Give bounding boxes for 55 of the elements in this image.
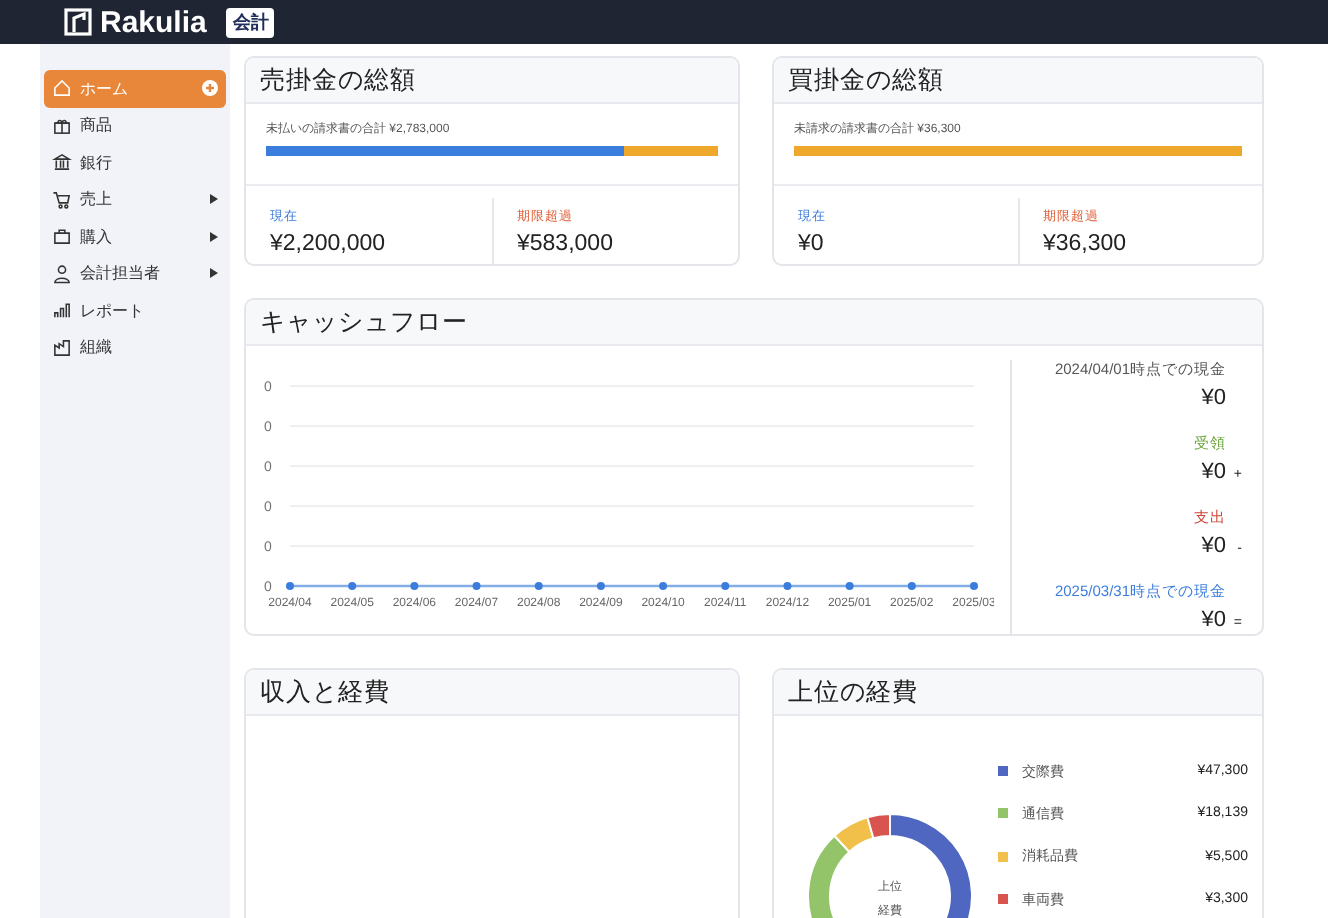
logo-icon bbox=[64, 8, 92, 36]
sidebar-label: 銀行 bbox=[80, 151, 114, 174]
cash-amount: ¥0 bbox=[1201, 386, 1226, 410]
bag-icon bbox=[52, 226, 72, 247]
data-point bbox=[596, 582, 605, 590]
sidebar-item[interactable]: 商品 bbox=[44, 107, 226, 144]
card-title: 収入と経費 bbox=[260, 675, 390, 709]
data-point bbox=[659, 582, 668, 590]
current-amount: ¥2,200,000 bbox=[270, 232, 388, 256]
person-icon bbox=[52, 263, 72, 284]
product-badge: 会計 bbox=[226, 7, 275, 37]
current-amount: ¥0 bbox=[798, 232, 826, 256]
cash-amount: ¥0 bbox=[1201, 534, 1226, 558]
caret-icon[interactable] bbox=[210, 231, 218, 242]
card-title: 買掛金の総額 bbox=[788, 63, 944, 97]
caret-icon[interactable] bbox=[210, 268, 218, 279]
sidebar-item[interactable]: 売上 bbox=[44, 181, 226, 218]
overdue-amount: ¥36,300 bbox=[1043, 232, 1129, 256]
cart-icon bbox=[52, 189, 72, 210]
sidebar-item[interactable]: 組織 bbox=[44, 329, 226, 366]
data-point bbox=[721, 582, 730, 590]
sidebar-label: 会計担当者 bbox=[80, 262, 162, 285]
sidebar-item[interactable]: レポート bbox=[44, 292, 226, 329]
data-point bbox=[907, 582, 916, 590]
cash-amount: ¥0 bbox=[1201, 608, 1226, 632]
sidebar-item[interactable]: 会計担当者 bbox=[44, 255, 226, 292]
sidebar-label: 商品 bbox=[80, 114, 114, 137]
sidebar-label: 購入 bbox=[80, 225, 114, 248]
data-point bbox=[286, 582, 294, 590]
sidebar-label: 売上 bbox=[80, 188, 114, 211]
data-point bbox=[472, 582, 481, 590]
card-title: 上位の経費 bbox=[788, 675, 918, 709]
data-point bbox=[534, 582, 543, 590]
data-point bbox=[845, 582, 854, 590]
sidebar-label: ホーム bbox=[80, 77, 130, 100]
caret-icon[interactable] bbox=[210, 194, 218, 205]
sidebar-label: 組織 bbox=[80, 336, 114, 359]
bank-icon bbox=[52, 152, 72, 173]
add-icon[interactable] bbox=[202, 80, 218, 97]
card-title: 売掛金の総額 bbox=[260, 63, 416, 97]
cash-amount: ¥0 bbox=[1201, 460, 1226, 484]
brand-name[interactable]: Rakulia bbox=[100, 5, 207, 39]
building-icon bbox=[52, 337, 72, 358]
data-point bbox=[410, 582, 419, 590]
overdue-amount: ¥583,000 bbox=[517, 232, 615, 256]
home-icon bbox=[52, 78, 72, 99]
data-point bbox=[970, 582, 978, 590]
gift-icon bbox=[52, 115, 72, 136]
data-point bbox=[783, 582, 792, 590]
data-point bbox=[348, 582, 357, 590]
sidebar-item[interactable]: 銀行 bbox=[44, 144, 226, 181]
bar-chart-icon bbox=[52, 300, 72, 321]
card-title: キャッシュフロー bbox=[260, 305, 468, 339]
sidebar-item[interactable]: 購入 bbox=[44, 218, 226, 255]
sidebar-label: レポート bbox=[80, 299, 146, 322]
